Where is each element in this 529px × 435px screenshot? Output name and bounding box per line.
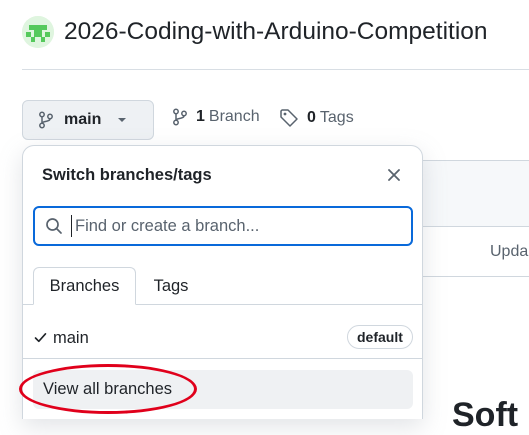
git-branch-icon [173, 108, 187, 126]
tag-count: 0 [307, 109, 316, 126]
header-divider [22, 69, 529, 70]
tag-icon [280, 109, 298, 127]
close-icon [388, 169, 400, 181]
caret-down-icon [118, 118, 127, 122]
tag-word: Tags [319, 109, 354, 126]
background-box-header [422, 160, 529, 227]
branch-word: Branch [208, 108, 260, 125]
branch-switcher-dropdown: Switch branches/tags Branches Tags main … [22, 145, 423, 419]
close-button[interactable] [383, 164, 405, 186]
repo-title[interactable]: 2026-Coding-with-Arduino-Competition [64, 18, 488, 46]
branch-search-field[interactable] [33, 206, 413, 246]
branches-link[interactable]: 1 Branch [172, 108, 260, 126]
tags-link[interactable]: 0 Tags [279, 108, 354, 128]
branch-search-input[interactable] [71, 215, 411, 237]
list-divider [23, 358, 422, 359]
repo-header: 2026-Coding-with-Arduino-Competition [22, 13, 488, 51]
tab-branches[interactable]: Branches [33, 267, 136, 305]
check-icon [34, 333, 47, 343]
git-branch-icon [39, 111, 53, 129]
repo-avatar[interactable] [22, 16, 54, 48]
branch-selector-label: main [64, 111, 102, 128]
background-readme-heading: Soft [452, 396, 519, 434]
background-update-text: Upda [490, 243, 529, 260]
branch-list-item[interactable]: main default [23, 320, 422, 356]
search-icon [46, 218, 62, 234]
branch-name: main [53, 329, 89, 347]
branch-selector-button[interactable]: main [22, 100, 154, 140]
default-badge: default [347, 325, 413, 349]
branch-count: 1 [196, 108, 205, 125]
identicon-icon [22, 16, 54, 48]
view-all-branches-link[interactable]: View all branches [33, 370, 413, 409]
tab-tags[interactable]: Tags [143, 267, 199, 305]
dropdown-title: Switch branches/tags [42, 166, 212, 184]
